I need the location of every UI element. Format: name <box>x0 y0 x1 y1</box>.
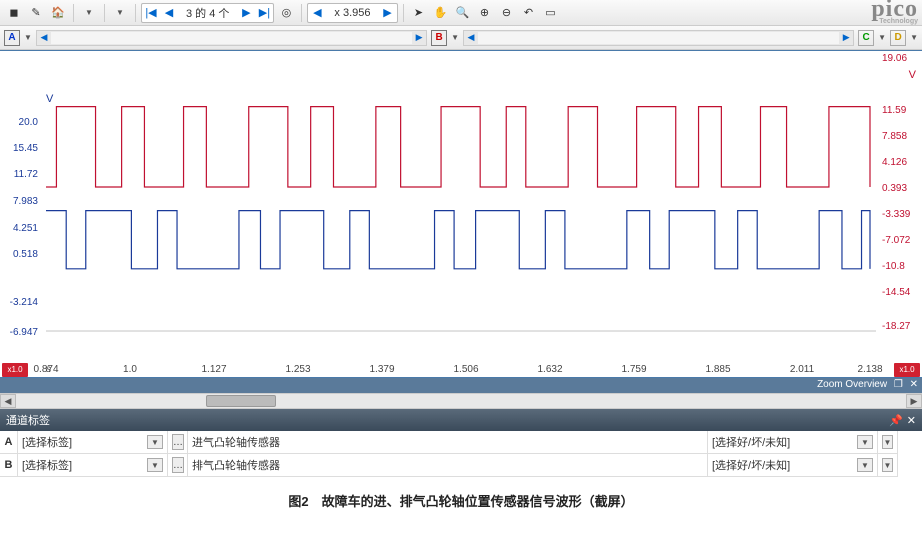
channel-B-btn[interactable]: B <box>431 30 447 46</box>
tags-table: A[选择标签]▼…进气凸轮轴传感器[选择好/坏/未知]▼▼B[选择标签]▼…排气… <box>0 431 922 477</box>
hand-icon[interactable]: ✋ <box>431 3 451 23</box>
main-toolbar: ◼ ✎ 🏠 ▼ ▼ |◀ ◀ 3 的 4 个 ▶ ▶| ◎ ◀ x 3.956 … <box>0 0 922 26</box>
unit-v-blue: V <box>46 93 53 105</box>
channel-D-btn[interactable]: D <box>890 30 906 46</box>
channel-B-drop[interactable]: ▼ <box>451 33 459 42</box>
channel-A-scroll[interactable]: ◀▶ <box>36 30 427 46</box>
channel-B-scroll[interactable]: ◀▶ <box>463 30 854 46</box>
more-button[interactable]: … <box>172 457 184 473</box>
undo-icon[interactable]: ↶ <box>519 3 539 23</box>
zoom-nav: ◀ x 3.956 ▶ <box>307 3 397 23</box>
tags-panel-header: 通道标签 📌 ✕ <box>0 409 922 431</box>
zoom-out-icon[interactable]: ⊖ <box>497 3 517 23</box>
frame-first[interactable]: |◀ <box>142 4 160 22</box>
chevron-down-icon[interactable]: ▼ <box>882 458 893 472</box>
wand-button[interactable]: ✎ <box>26 3 46 23</box>
unit-v-red: V <box>909 69 916 81</box>
zoom-in-icon[interactable]: ⊕ <box>475 3 495 23</box>
drop1[interactable]: ▼ <box>79 3 99 23</box>
channel-C-btn[interactable]: C <box>858 30 874 46</box>
badge-right: x1.0 <box>894 363 920 377</box>
figure-caption: 图2 故障车的进、排气凸轮轴位置传感器信号波形（截屏） <box>0 477 922 524</box>
zoom-restore-icon[interactable]: ❐ <box>894 379 903 390</box>
chevron-down-icon[interactable]: ▼ <box>147 435 163 449</box>
chart-area: 20.015.4511.727.9834.2510.518-3.214-6.94… <box>0 50 922 378</box>
pico-logo: picoTechnology <box>871 0 918 25</box>
pointer-icon[interactable]: ➤ <box>409 3 429 23</box>
frame-nav: |◀ ◀ 3 的 4 个 ▶ ▶| <box>141 3 274 23</box>
chevron-down-icon[interactable]: ▼ <box>857 435 873 449</box>
chevron-down-icon[interactable]: ▼ <box>147 458 163 472</box>
channel-A-drop[interactable]: ▼ <box>24 33 32 42</box>
panel-close-icon[interactable]: ✕ <box>907 414 916 427</box>
channel-bar: A ▼ ◀▶ B ▼ ◀▶ C ▼ D ▼ <box>0 26 922 50</box>
zoom-box-icon[interactable]: 🔍 <box>453 3 473 23</box>
zoom-close-icon[interactable]: ✕ <box>910 379 918 390</box>
zoom-next[interactable]: ▶ <box>379 4 397 22</box>
fit-icon[interactable]: ▭ <box>541 3 561 23</box>
unit-s: s <box>46 364 51 375</box>
chevron-down-icon[interactable]: ▼ <box>882 435 893 449</box>
axis-bottom: 0.8741.01.1271.2531.3791.5061.6321.7591.… <box>0 359 922 377</box>
drop2[interactable]: ▼ <box>110 3 130 23</box>
compass-icon[interactable]: ◎ <box>276 3 296 23</box>
zoom-overview-bar: Zoom Overview ❐ ✕ <box>0 378 922 393</box>
frame-text: 3 的 4 个 <box>178 5 237 21</box>
scroll-thumb[interactable] <box>206 395 276 407</box>
channel-A-btn[interactable]: A <box>4 30 20 46</box>
home-button[interactable]: 🏠 <box>48 3 68 23</box>
frame-last[interactable]: ▶| <box>255 4 273 22</box>
scroll-right[interactable]: ▶ <box>906 394 922 408</box>
more-button[interactable]: … <box>172 434 184 450</box>
frame-prev[interactable]: ◀ <box>160 4 178 22</box>
chevron-down-icon[interactable]: ▼ <box>857 458 873 472</box>
badge-left: x1.0 <box>2 363 28 377</box>
stop-button[interactable]: ◼ <box>4 3 24 23</box>
zoom-prev[interactable]: ◀ <box>308 4 326 22</box>
zoom-text: x 3.956 <box>326 7 378 19</box>
chart-svg <box>0 51 922 379</box>
horizontal-scrollbar[interactable]: ◀ ▶ <box>0 393 922 409</box>
scroll-left[interactable]: ◀ <box>0 394 16 408</box>
frame-next[interactable]: ▶ <box>237 4 255 22</box>
pin-icon[interactable]: 📌 <box>889 414 903 427</box>
